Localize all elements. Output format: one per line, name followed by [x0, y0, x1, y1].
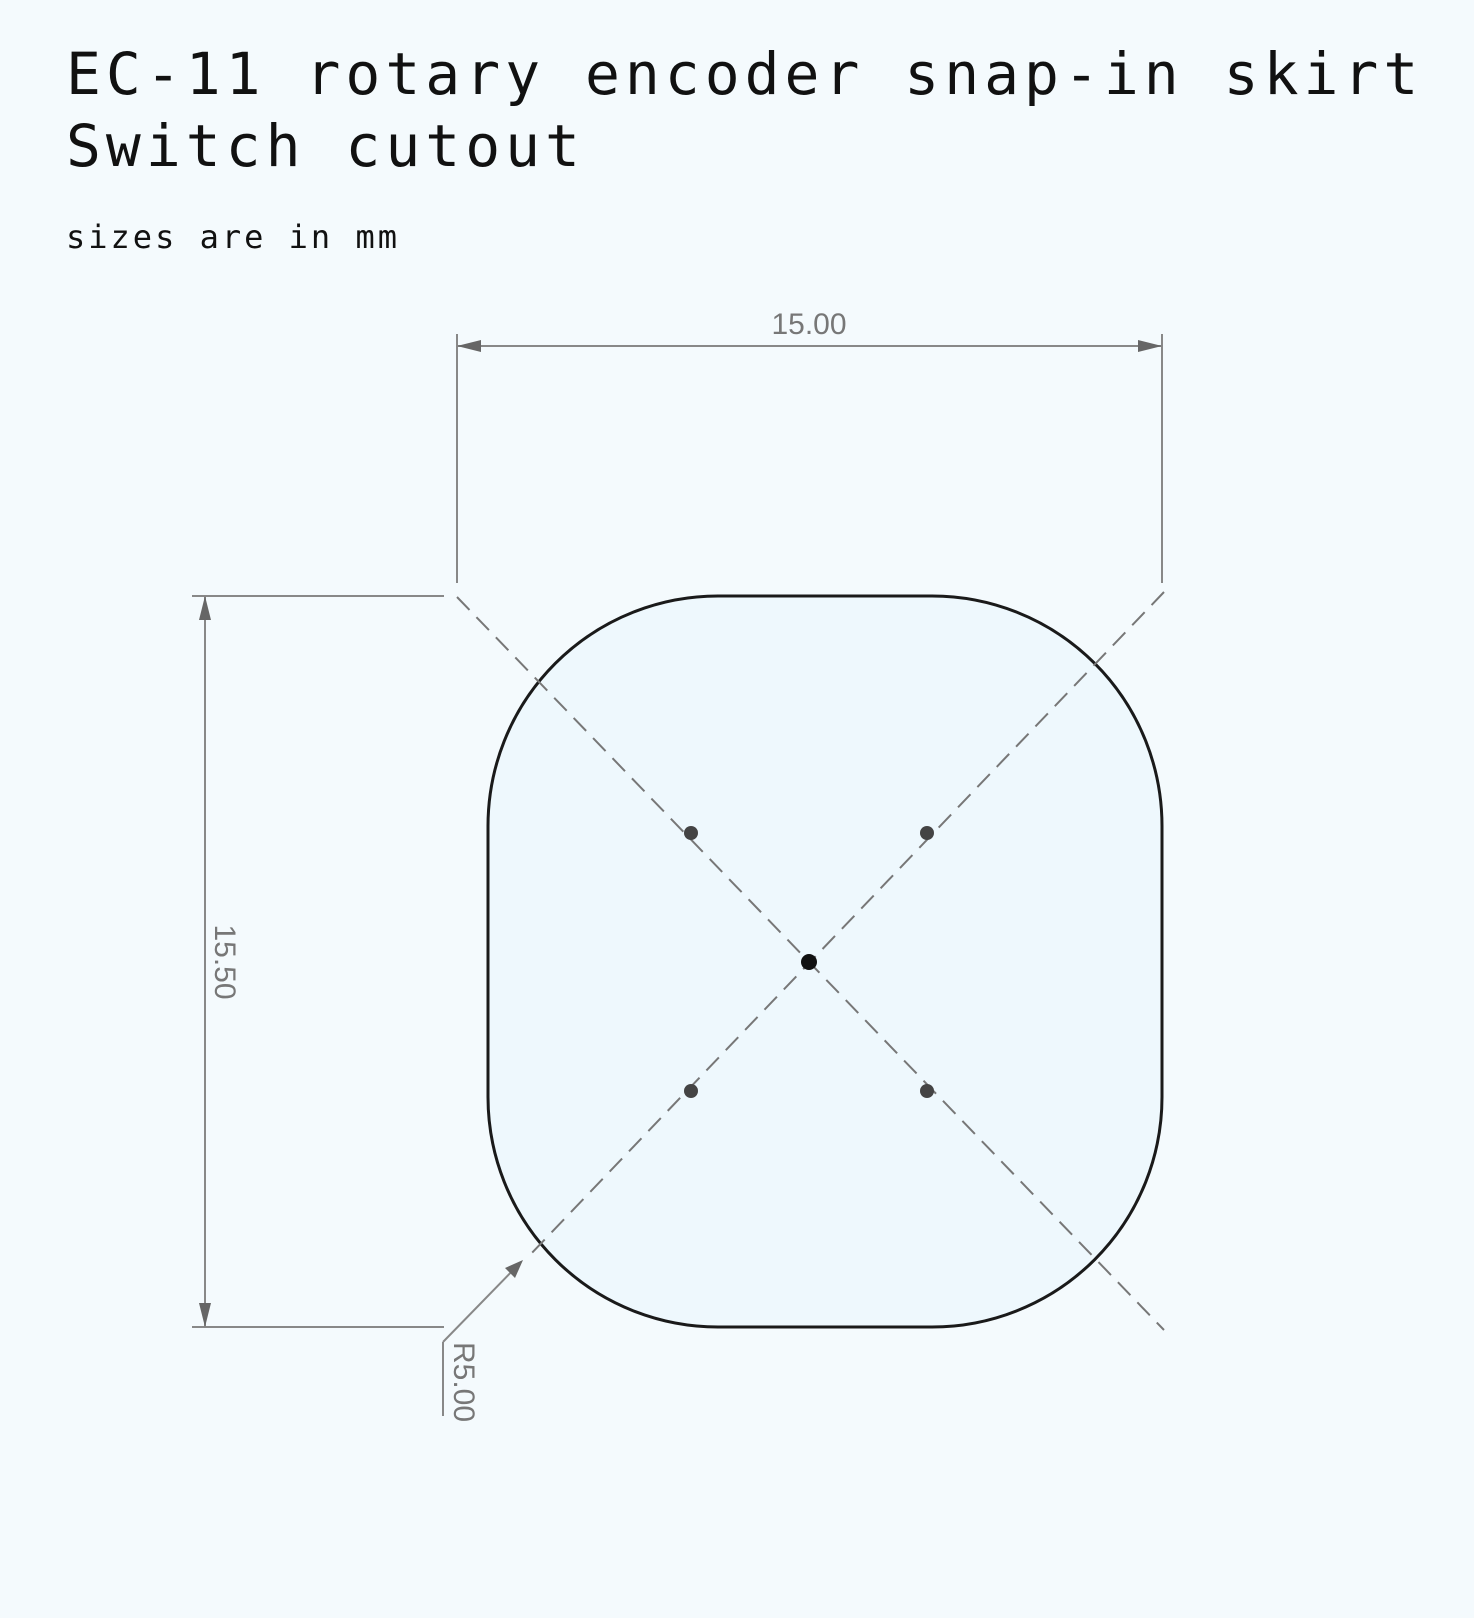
radius-leader-line — [442, 1261, 522, 1343]
width-arrow-left — [457, 340, 481, 352]
radius-dimension-label: R5.00 — [447, 1342, 480, 1422]
reference-point-bottom-left — [684, 1084, 698, 1098]
reference-point-top-right — [920, 826, 934, 840]
height-dimension: 15.50 — [192, 595, 444, 1328]
reference-point-top-left — [684, 826, 698, 840]
radius-dimension: R5.00 — [442, 1260, 523, 1422]
height-arrow-top — [199, 596, 211, 620]
width-dimension-label: 15.00 — [771, 308, 846, 341]
width-arrow-right — [1138, 340, 1162, 352]
center-point — [801, 954, 817, 970]
height-arrow-bottom — [199, 1303, 211, 1327]
cutout-outline — [486, 594, 1164, 1329]
technical-drawing: 15.00 15.50 R5.00 — [192, 308, 1165, 1422]
width-dimension: 15.00 — [456, 308, 1163, 583]
height-dimension-label: 15.50 — [208, 924, 241, 999]
reference-point-bottom-right — [920, 1084, 934, 1098]
